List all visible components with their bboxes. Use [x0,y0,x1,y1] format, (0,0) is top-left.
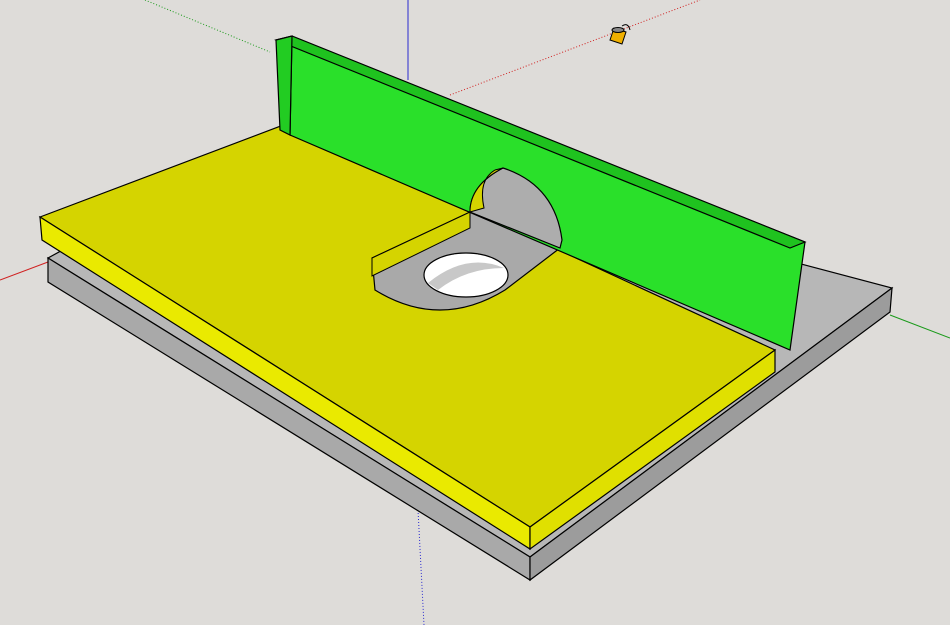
green-axis-dotted-line [144,0,271,53]
modeling-viewport[interactable] [0,0,950,625]
fence-left-face[interactable] [275,35,293,136]
red-axis-dotted-line [449,0,701,96]
green-axis-line [889,314,950,339]
red-axis-line [0,261,49,281]
router-hole-rim[interactable] [423,252,509,298]
blue-axis-dotted-line [417,509,425,625]
scene-canvas[interactable] [0,0,950,625]
